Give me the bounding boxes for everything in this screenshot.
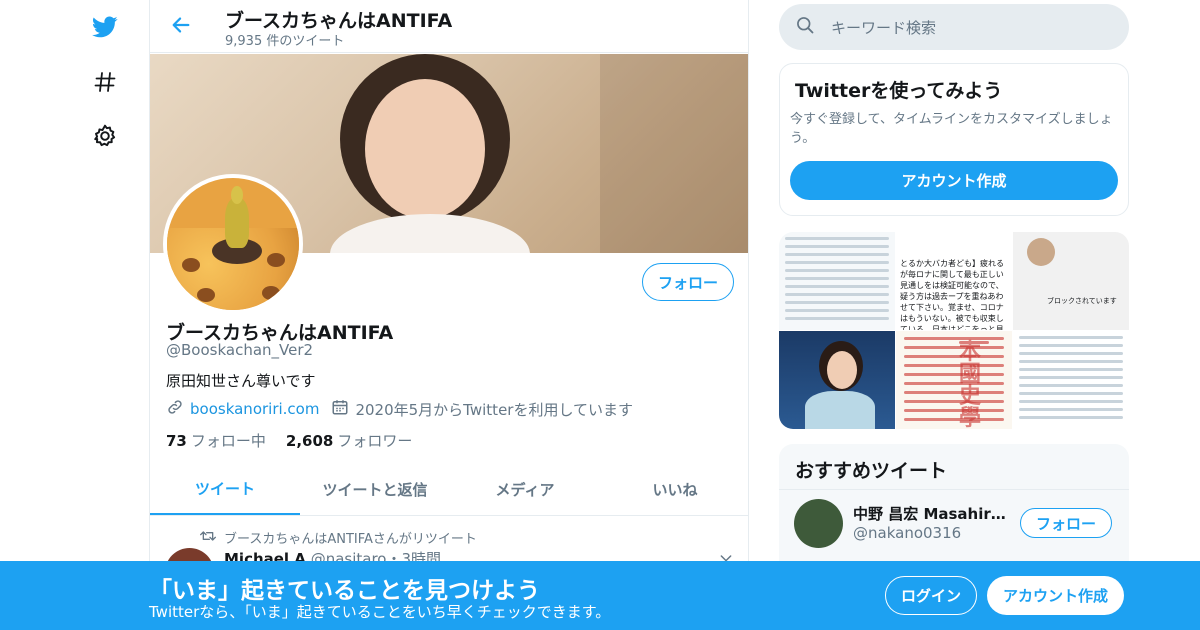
media-thumb-4[interactable] <box>779 331 895 429</box>
profile-tabs: ツイート ツイートと返信 メディア いいね <box>150 463 748 516</box>
profile-website-link[interactable]: booskanoriri.com <box>190 400 319 418</box>
hashtag-icon[interactable] <box>83 60 127 104</box>
profile-handle: @Booskachan_Ver2 <box>166 341 314 359</box>
followers-link[interactable]: 2,608 フォロワー <box>286 430 412 451</box>
header-name: ブースカちゃんはANTIFA <box>225 10 453 32</box>
follow-button[interactable]: フォロー <box>642 263 734 301</box>
login-button[interactable]: ログイン <box>885 576 977 615</box>
recommended-user-handle[interactable]: @nakano0316 <box>853 524 961 542</box>
profile-stats: 73 フォロー中 2,608 フォロワー <box>166 430 412 451</box>
twitter-logo-icon[interactable] <box>83 5 127 49</box>
profile-meta: booskanoriri.com 2020年5月からTwitterを利用していま… <box>166 399 633 419</box>
media-thumb-3[interactable]: ブロックされています <box>1013 232 1129 330</box>
following-link[interactable]: 73 フォロー中 <box>166 430 266 451</box>
bottom-bar-title: 「いま」起きていることを見つけよう <box>149 578 540 604</box>
recommended-title: おすすめツイート <box>795 460 948 482</box>
tab-tweets[interactable]: ツイート <box>150 463 300 515</box>
media-thumb-5[interactable]: 本國史學 <box>896 331 1012 429</box>
gear-icon[interactable] <box>83 114 127 158</box>
tweet-count: 9,935 件のツイート <box>225 34 345 49</box>
signup-bottom-bar: 「いま」起きていることを見つけよう Twitterなら、「いま」起きていることを… <box>0 561 1200 630</box>
media-thumb-6[interactable] <box>1013 331 1129 429</box>
signup-card: Twitterを使ってみよう 今すぐ登録して、タイムラインをカスタマイズしましょ… <box>779 63 1129 216</box>
signup-card-description: 今すぐ登録して、タイムラインをカスタマイズしましょう。 <box>790 112 1113 146</box>
media-thumb-5-text: 本國史學 <box>959 341 989 429</box>
media-thumb-1[interactable] <box>779 232 895 330</box>
tab-tweets-and-replies[interactable]: ツイートと返信 <box>300 463 450 515</box>
create-account-button[interactable]: アカウント作成 <box>790 161 1118 200</box>
recommended-user-name[interactable]: 中野 昌宏 Masahiro ... <box>853 503 1008 524</box>
search-input[interactable]: キーワード検索 <box>831 17 936 38</box>
profile-column: ブースカちゃんはANTIFA 9,935 件のツイート フォロー ブースカちゃん… <box>149 0 749 630</box>
recommended-follow-button[interactable]: フォロー <box>1020 508 1112 538</box>
recommended-user-avatar[interactable] <box>794 499 843 548</box>
bottom-bar-subtitle: Twitterなら、「いま」起きていることをいち早くチェックできます。 <box>149 603 611 621</box>
media-thumb-3-text: ブロックされています <box>1047 297 1117 305</box>
calendar-icon <box>331 398 349 420</box>
search-box[interactable]: キーワード検索 <box>779 4 1129 50</box>
search-icon <box>795 15 815 39</box>
left-nav <box>0 0 150 630</box>
signup-card-title: Twitterを使ってみよう <box>795 80 1003 102</box>
profile-header: ブースカちゃんはANTIFA 9,935 件のツイート <box>150 0 748 53</box>
media-thumb-2[interactable]: とるか大バカ者ども】疲れるが毎ロナに関して最も正しい見通しをは検証可能なので、疑… <box>896 232 1012 330</box>
retweet-label[interactable]: ブースカちゃんはANTIFAさんがリツイート <box>224 528 477 547</box>
divider <box>779 489 1129 490</box>
back-arrow-icon[interactable] <box>166 10 196 40</box>
tab-likes[interactable]: いいね <box>600 463 748 515</box>
profile-avatar[interactable] <box>163 174 303 314</box>
profile-bio: 原田知世さん尊いです <box>166 372 316 390</box>
retweet-context: ブースカちゃんはANTIFAさんがリツイート <box>200 528 477 547</box>
joined-date: 2020年5月からTwitterを利用しています <box>355 400 634 419</box>
bottom-signup-button[interactable]: アカウント作成 <box>987 576 1124 615</box>
retweet-icon <box>200 529 216 547</box>
link-icon <box>166 398 184 420</box>
tab-media[interactable]: メディア <box>450 463 600 515</box>
media-thumb-2-text: とるか大バカ者ども】疲れるが毎ロナに関して最も正しい見通しをは検証可能なので、疑… <box>900 259 1004 330</box>
media-preview-grid: とるか大バカ者ども】疲れるが毎ロナに関して最も正しい見通しをは検証可能なので、疑… <box>779 232 1129 429</box>
